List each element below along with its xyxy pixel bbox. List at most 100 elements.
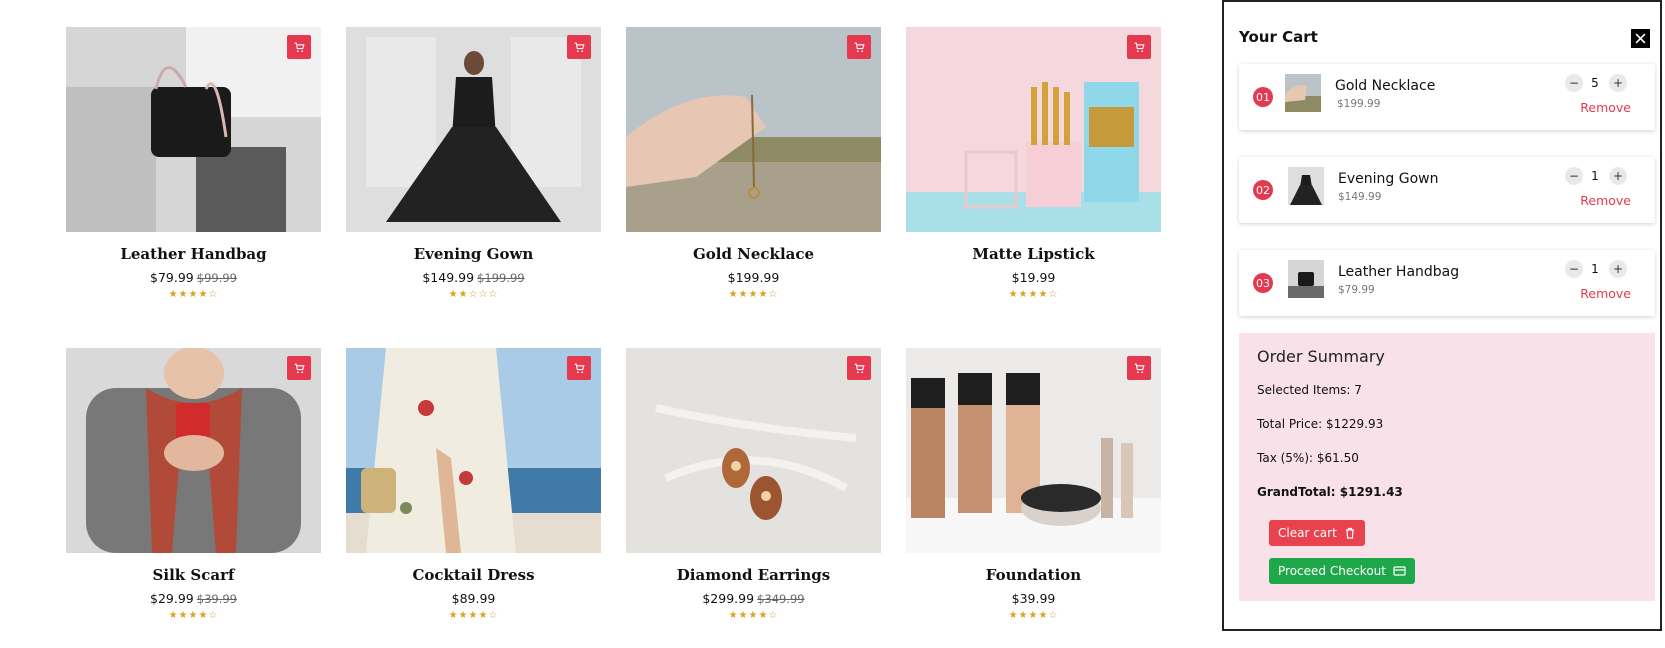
product-image[interactable] <box>626 27 881 232</box>
close-icon <box>1635 33 1646 44</box>
product-image[interactable] <box>346 348 601 553</box>
cart-icon <box>574 42 585 52</box>
decrease-qty-button[interactable]: − <box>1565 167 1583 185</box>
product-card[interactable]: Silk Scarf $29.99 $39.99 ★★★★☆ <box>66 348 321 648</box>
product-grid: Leather Handbag $79.99 $99.99 ★★★★☆ Eveni… <box>0 0 1220 633</box>
cart-icon <box>294 363 305 373</box>
tax-text: Tax (5%): $61.50 <box>1257 451 1359 465</box>
product-price-row: $39.99 <box>906 591 1161 606</box>
product-name: Gold Necklace <box>692 245 815 263</box>
add-to-cart-button[interactable] <box>287 356 311 380</box>
proceed-checkout-label: Proceed Checkout <box>1278 564 1386 578</box>
remove-item-link[interactable]: Remove <box>1580 193 1631 208</box>
summary-title: Order Summary <box>1257 347 1385 366</box>
increase-qty-button[interactable]: + <box>1609 167 1627 185</box>
increase-qty-button[interactable]: + <box>1609 260 1627 278</box>
product-price: $29.99 <box>150 591 194 606</box>
rating-stars: ★★☆☆☆ <box>448 289 499 300</box>
product-price-row: $149.99 $199.99 <box>346 270 601 285</box>
item-thumbnail <box>1288 260 1324 298</box>
product-price-row: $79.99 $99.99 <box>66 270 321 285</box>
product-price-row: $89.99 <box>346 591 601 606</box>
product-price-row: $29.99 $39.99 <box>66 591 321 606</box>
add-to-cart-button[interactable] <box>1127 356 1151 380</box>
product-card[interactable]: Cocktail Dress $89.99 ★★★★☆ <box>346 348 601 648</box>
cart-item: 03 Leather Handbag $79.99 − 1 + Remove <box>1239 250 1655 316</box>
product-image[interactable] <box>626 348 881 553</box>
product-name: Diamond Earrings <box>676 566 831 584</box>
product-name: Matte Lipstick <box>972 245 1095 263</box>
item-name: Leather Handbag <box>1338 264 1460 280</box>
cart-icon <box>854 42 865 52</box>
product-name: Leather Handbag <box>120 245 267 263</box>
add-to-cart-button[interactable] <box>287 35 311 59</box>
rating-stars: ★★★★☆ <box>448 610 499 621</box>
trash-icon <box>1345 527 1354 539</box>
product-card[interactable]: Evening Gown $149.99 $199.99 ★★☆☆☆ <box>346 27 601 327</box>
cart-title: Your Cart <box>1239 28 1318 46</box>
item-name: Evening Gown <box>1338 171 1439 187</box>
cart-icon <box>574 363 585 373</box>
item-index: 02 <box>1253 180 1273 200</box>
product-card[interactable]: Diamond Earrings $299.99 $349.99 ★★★★☆ <box>626 348 881 648</box>
product-old-price: $39.99 <box>196 592 237 606</box>
rating-stars: ★★★★☆ <box>1008 610 1059 621</box>
product-card[interactable]: Matte Lipstick $19.99 ★★★★☆ <box>906 27 1161 327</box>
remove-item-link[interactable]: Remove <box>1580 286 1631 301</box>
cart-icon <box>294 42 305 52</box>
product-image[interactable] <box>66 348 321 553</box>
card-icon <box>1393 566 1406 576</box>
decrease-qty-button[interactable]: − <box>1565 260 1583 278</box>
item-quantity: 5 <box>1591 76 1599 90</box>
decrease-qty-button[interactable]: − <box>1565 74 1583 92</box>
product-price-row: $19.99 <box>906 270 1161 285</box>
add-to-cart-button[interactable] <box>847 35 871 59</box>
item-index: 01 <box>1253 87 1273 107</box>
product-card[interactable]: Foundation $39.99 ★★★★☆ <box>906 348 1161 648</box>
product-name: Evening Gown <box>413 245 534 263</box>
product-name: Silk Scarf <box>152 566 235 584</box>
product-card[interactable]: Leather Handbag $79.99 $99.99 ★★★★☆ <box>66 27 321 327</box>
product-price-row: $199.99 <box>626 270 881 285</box>
item-price: $79.99 <box>1338 284 1375 296</box>
product-price: $79.99 <box>150 270 194 285</box>
remove-item-link[interactable]: Remove <box>1580 100 1631 115</box>
add-to-cart-button[interactable] <box>567 356 591 380</box>
add-to-cart-button[interactable] <box>567 35 591 59</box>
product-old-price: $199.99 <box>477 271 525 285</box>
cart-icon <box>854 363 865 373</box>
product-image[interactable] <box>346 27 601 232</box>
item-name: Gold Necklace <box>1335 78 1436 94</box>
cart-icon <box>1134 42 1145 52</box>
product-card[interactable]: Gold Necklace $199.99 ★★★★☆ <box>626 27 881 327</box>
proceed-checkout-button[interactable]: Proceed Checkout <box>1269 558 1415 584</box>
selected-items-text: Selected Items: 7 <box>1257 383 1362 397</box>
product-old-price: $349.99 <box>757 592 805 606</box>
close-cart-button[interactable] <box>1631 29 1650 48</box>
order-summary: Order Summary Selected Items: 7 Total Pr… <box>1239 333 1655 601</box>
product-old-price: $99.99 <box>196 271 237 285</box>
product-image[interactable] <box>906 348 1161 553</box>
cart-panel: Your Cart 01 Gold Necklace $199.99 − 5 +… <box>1222 0 1662 631</box>
increase-qty-button[interactable]: + <box>1609 74 1627 92</box>
rating-stars: ★★★★☆ <box>728 289 779 300</box>
cart-icon <box>1134 363 1145 373</box>
add-to-cart-button[interactable] <box>1127 35 1151 59</box>
add-to-cart-button[interactable] <box>847 356 871 380</box>
product-price: $89.99 <box>451 591 496 606</box>
clear-cart-button[interactable]: Clear cart <box>1269 520 1365 546</box>
item-price: $149.99 <box>1338 191 1382 203</box>
item-quantity: 1 <box>1591 262 1599 276</box>
product-image[interactable] <box>66 27 321 232</box>
rating-stars: ★★★★☆ <box>168 289 219 300</box>
product-price: $149.99 <box>422 270 475 285</box>
rating-stars: ★★★★☆ <box>728 610 779 621</box>
product-price: $299.99 <box>702 591 755 606</box>
product-price-row: $299.99 $349.99 <box>626 591 881 606</box>
product-name: Cocktail Dress <box>412 566 535 584</box>
product-price: $199.99 <box>727 270 780 285</box>
clear-cart-label: Clear cart <box>1278 526 1337 540</box>
product-image[interactable] <box>906 27 1161 232</box>
rating-stars: ★★★★☆ <box>1008 289 1059 300</box>
item-thumbnail <box>1288 167 1324 205</box>
